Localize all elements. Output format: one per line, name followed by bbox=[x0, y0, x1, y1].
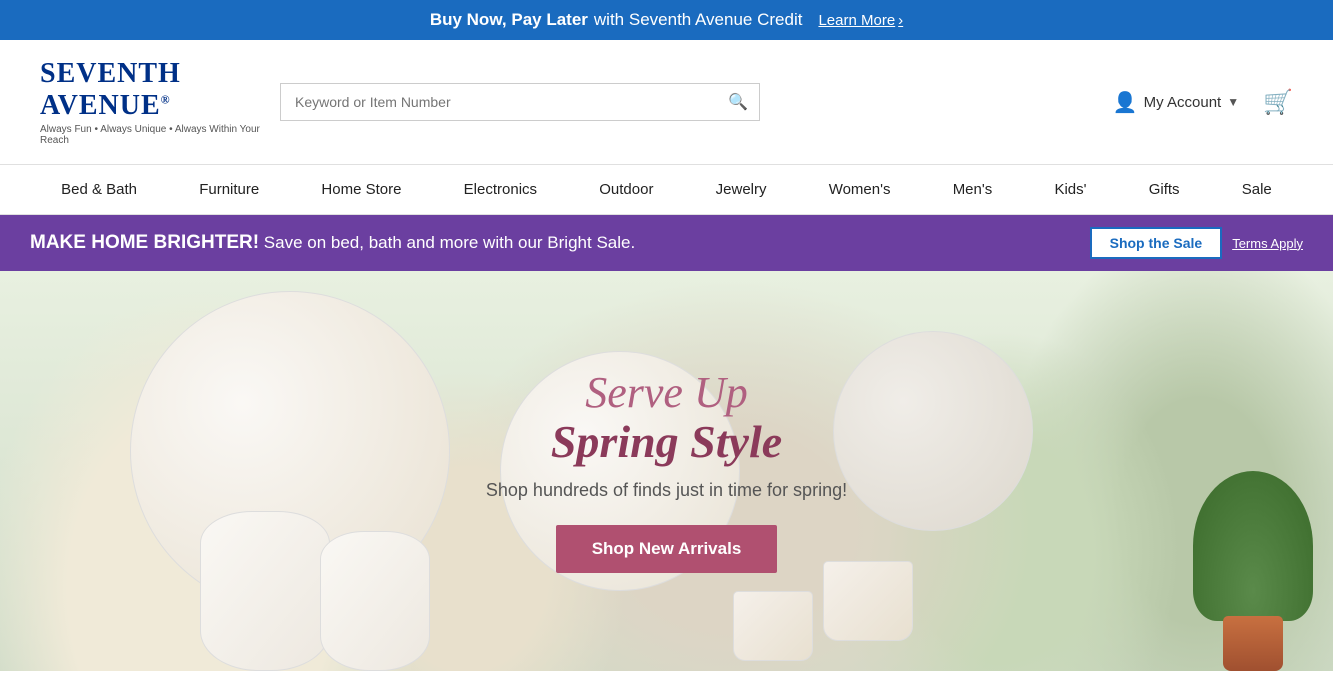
search-icon[interactable]: 🔍 bbox=[728, 92, 748, 112]
nav-item-jewelry[interactable]: Jewelry bbox=[706, 165, 777, 214]
promo-bold: MAKE HOME BRIGHTER! bbox=[30, 232, 259, 253]
nav-item-sale[interactable]: Sale bbox=[1232, 165, 1282, 214]
learn-more-arrow: › bbox=[898, 12, 903, 29]
learn-more-label: Learn More bbox=[818, 12, 895, 29]
promo-banner: MAKE HOME BRIGHTER! Save on bed, bath an… bbox=[0, 215, 1333, 271]
person-icon: 👤 bbox=[1113, 90, 1138, 115]
hero-title-line1: Serve Up bbox=[486, 369, 847, 417]
decorative-plate-3 bbox=[833, 331, 1033, 531]
my-account-label: My Account bbox=[1144, 94, 1222, 111]
decorative-cup-2 bbox=[733, 591, 813, 661]
search-bar: 🔍 bbox=[280, 83, 760, 121]
decorative-cup-1 bbox=[823, 561, 913, 641]
hero-title-line2: Spring Style bbox=[486, 417, 847, 468]
nav-item-furniture[interactable]: Furniture bbox=[189, 165, 269, 214]
nav-bar: Bed & Bath Furniture Home Store Electron… bbox=[0, 164, 1333, 215]
shop-sale-button[interactable]: Shop the Sale bbox=[1090, 227, 1223, 259]
banner-bold-text: Buy Now, Pay Later bbox=[430, 10, 588, 30]
nav-item-kids[interactable]: Kids' bbox=[1044, 165, 1096, 214]
nav-item-womens[interactable]: Women's bbox=[819, 165, 901, 214]
hero-content: Serve Up Spring Style Shop hundreds of f… bbox=[486, 369, 847, 573]
decorative-canister-1 bbox=[200, 511, 330, 671]
hero-section: Serve Up Spring Style Shop hundreds of f… bbox=[0, 271, 1333, 671]
nav-item-outdoor[interactable]: Outdoor bbox=[589, 165, 663, 214]
chevron-down-icon: ▼ bbox=[1227, 95, 1239, 109]
nav-item-electronics[interactable]: Electronics bbox=[454, 165, 547, 214]
header-right: 👤 My Account ▼ 🛒 bbox=[1113, 88, 1293, 117]
my-account-button[interactable]: 👤 My Account ▼ bbox=[1113, 90, 1239, 115]
plant-pot-body bbox=[1223, 616, 1283, 671]
logo-text: SEVENTH AVENUE® bbox=[40, 58, 260, 122]
decorative-canister-2 bbox=[320, 531, 430, 671]
logo-tagline: Always Fun • Always Unique • Always With… bbox=[40, 124, 260, 146]
learn-more-link[interactable]: Learn More › bbox=[818, 12, 903, 29]
banner-normal-text: with Seventh Avenue Credit bbox=[594, 10, 803, 30]
decorative-plant bbox=[1193, 471, 1313, 671]
header: SEVENTH AVENUE® Always Fun • Always Uniq… bbox=[0, 40, 1333, 164]
nav-item-gifts[interactable]: Gifts bbox=[1139, 165, 1190, 214]
nav-item-bed-bath[interactable]: Bed & Bath bbox=[51, 165, 147, 214]
search-input[interactable] bbox=[280, 83, 760, 121]
cart-button[interactable]: 🛒 bbox=[1263, 88, 1293, 117]
logo[interactable]: SEVENTH AVENUE® Always Fun • Always Uniq… bbox=[40, 58, 260, 146]
hero-cta-button[interactable]: Shop New Arrivals bbox=[556, 525, 778, 573]
hero-subtitle: Shop hundreds of finds just in time for … bbox=[486, 480, 847, 501]
nav-item-home-store[interactable]: Home Store bbox=[311, 165, 411, 214]
promo-text: MAKE HOME BRIGHTER! Save on bed, bath an… bbox=[30, 232, 1080, 254]
promo-normal: Save on bed, bath and more with our Brig… bbox=[264, 233, 635, 252]
terms-apply-link[interactable]: Terms Apply bbox=[1232, 236, 1303, 251]
top-banner: Buy Now, Pay Later with Seventh Avenue C… bbox=[0, 0, 1333, 40]
nav-item-mens[interactable]: Men's bbox=[943, 165, 1003, 214]
plant-leaves bbox=[1193, 471, 1313, 621]
